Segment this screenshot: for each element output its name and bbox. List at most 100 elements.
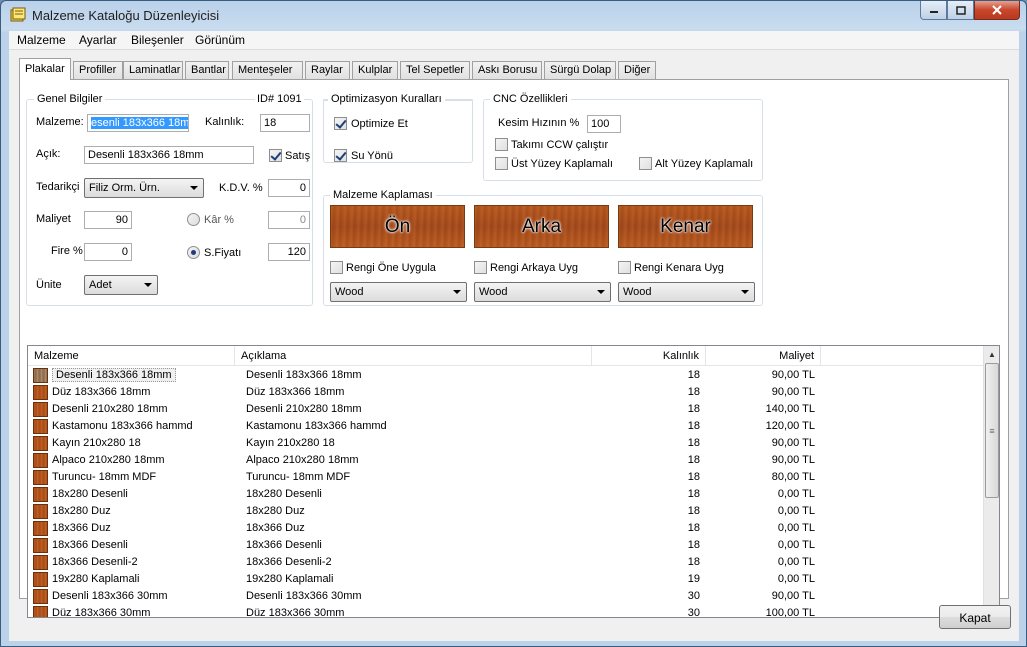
- scroll-thumb[interactable]: ≡: [985, 363, 999, 498]
- kalinlik-field[interactable]: 18: [260, 114, 310, 132]
- cell-aciklama: Desenli 183x366 18mm: [246, 369, 362, 381]
- su-yonu-checkbox[interactable]: [334, 149, 347, 162]
- kar-field[interactable]: 0: [268, 211, 310, 229]
- cell-kalinlik: 30: [687, 590, 700, 602]
- table-row[interactable]: 18x280 Desenli 18x280 Desenli 18 0,00 TL: [28, 486, 985, 503]
- cell-maliyet: 0,00 TL: [777, 539, 815, 551]
- tab-profiller[interactable]: Profiller: [73, 61, 123, 79]
- front-material-combo[interactable]: Wood: [330, 282, 467, 302]
- tab-bantlar[interactable]: Bantlar: [185, 61, 229, 79]
- tab-tel-sepetler[interactable]: Tel Sepetler: [400, 61, 470, 79]
- tab-menteseler[interactable]: Menteşeler: [232, 61, 303, 79]
- table-row[interactable]: 18x366 Desenli-2 18x366 Desenli-2 18 0,00 T…: [28, 554, 985, 571]
- cell-kalinlik: 18: [687, 505, 700, 517]
- tedarikci-combo[interactable]: Filiz Orm. Ürn.: [84, 178, 204, 198]
- alt-yuzey-checkbox[interactable]: [639, 157, 652, 170]
- cell-aciklama: Alpaco 210x280 18mm: [246, 454, 359, 466]
- optimize-label: Optimize Et: [351, 118, 408, 130]
- table-row[interactable]: 18x366 Duz 18x366 Duz 18 0,00 TL: [28, 520, 985, 537]
- column-kalinlik[interactable]: Kalınlık: [592, 346, 706, 366]
- close-window-button[interactable]: [974, 1, 1020, 20]
- minimize-button[interactable]: [920, 1, 947, 20]
- table-row[interactable]: Desenli 210x280 18mm Desenli 210x280 18mm…: [28, 401, 985, 418]
- malzeme-field[interactable]: esenli 183x366 18mm: [87, 114, 189, 132]
- sfiyati-radio[interactable]: [187, 246, 200, 259]
- tab-plakalar[interactable]: Plakalar: [19, 58, 71, 80]
- back-texture-swatch[interactable]: Arka: [474, 205, 609, 248]
- kapat-button[interactable]: Kapat: [939, 605, 1011, 629]
- apply-front-color-checkbox[interactable]: [330, 261, 343, 274]
- menu-bar: Malzeme Ayarlar Bileşenler Görünüm: [9, 31, 1019, 50]
- apply-edge-color-checkbox[interactable]: [618, 261, 631, 274]
- wood-texture-icon: [33, 521, 48, 536]
- kalinlik-label: Kalınlık:: [205, 116, 245, 128]
- kar-radio[interactable]: [187, 213, 200, 226]
- tab-raylar[interactable]: Raylar: [305, 61, 350, 79]
- tab-kulplar[interactable]: Kulplar: [352, 61, 398, 79]
- apply-back-color-checkbox[interactable]: [474, 261, 487, 274]
- cell-kalinlik: 19: [687, 573, 700, 585]
- cell-kalinlik: 18: [687, 488, 700, 500]
- cell-kalinlik: 18: [687, 437, 700, 449]
- table-row[interactable]: Kayın 210x280 18 Kayın 210x280 18 18 90,00 …: [28, 435, 985, 452]
- table-row[interactable]: 19x280 Kaplamali 19x280 Kaplamali 19 0,00 T…: [28, 571, 985, 588]
- kesim-field[interactable]: 100: [587, 115, 621, 133]
- cell-maliyet: 90,00 TL: [771, 386, 815, 398]
- takim-ccw-checkbox[interactable]: [495, 138, 508, 151]
- ust-yuzey-checkbox[interactable]: [495, 157, 508, 170]
- cell-kalinlik: 30: [687, 607, 700, 618]
- front-material-value: Wood: [335, 286, 364, 298]
- optimize-checkbox[interactable]: [334, 117, 347, 130]
- maximize-icon: [955, 5, 966, 15]
- menu-malzeme[interactable]: Malzeme: [17, 33, 66, 47]
- satis-checkbox[interactable]: [269, 149, 282, 162]
- vertical-scrollbar[interactable]: ▲ ≡ ▼: [983, 346, 999, 617]
- acik-field[interactable]: Desenli 183x366 18mm: [84, 146, 254, 164]
- table-row[interactable]: 18x280 Duz 18x280 Duz 18 0,00 TL: [28, 503, 985, 520]
- column-aciklama[interactable]: Açıklama: [235, 346, 592, 366]
- table-row[interactable]: 18x366 Desenli 18x366 Desenli 18 0,00 TL: [28, 537, 985, 554]
- table-row[interactable]: Alpaco 210x280 18mm Alpaco 210x280 18mm 18…: [28, 452, 985, 469]
- window-title: Malzeme Kataloğu Düzenleyicisi: [32, 8, 220, 23]
- maximize-button[interactable]: [947, 1, 974, 20]
- wood-texture-icon: [33, 402, 48, 417]
- cell-maliyet: 0,00 TL: [777, 522, 815, 534]
- title-bar[interactable]: Malzeme Kataloğu Düzenleyicisi: [1, 1, 1026, 31]
- wood-texture-icon: [33, 368, 48, 383]
- alt-yuzey-label: Alt Yüzey Kaplamalı: [655, 158, 754, 170]
- tedarikci-value: Filiz Orm. Ürn.: [89, 182, 160, 194]
- maliyet-field[interactable]: 90: [84, 211, 132, 229]
- material-list[interactable]: Malzeme Açıklama Kalınlık Maliyet Desenl…: [27, 345, 1000, 618]
- tab-aski-borusu[interactable]: Askı Borusu: [472, 61, 542, 79]
- menu-ayarlar[interactable]: Ayarlar: [79, 33, 117, 47]
- scroll-up-icon[interactable]: ▲: [984, 346, 999, 362]
- edge-material-combo[interactable]: Wood: [618, 282, 755, 302]
- kdv-field[interactable]: 0: [268, 179, 310, 197]
- table-row[interactable]: Turuncu- 18mm MDF Turuncu- 18mm MDF 18 80,0…: [28, 469, 985, 486]
- tab-surgu-dolap[interactable]: Sürgü Dolap: [544, 61, 616, 79]
- close-icon: [992, 5, 1002, 15]
- fire-field[interactable]: 0: [84, 243, 132, 261]
- menu-gorunum[interactable]: Görünüm: [195, 33, 245, 47]
- table-row[interactable]: Düz 183x366 18mm Düz 183x366 18mm 18 90,00 …: [28, 384, 985, 401]
- menu-bilesenler[interactable]: Bileşenler: [131, 33, 184, 47]
- tedarikci-label: Tedarikçi: [36, 181, 80, 193]
- front-texture-swatch[interactable]: Ön: [330, 205, 465, 248]
- back-material-combo[interactable]: Wood: [474, 282, 611, 302]
- cell-malzeme: 19x280 Kaplamali: [52, 573, 140, 585]
- column-malzeme[interactable]: Malzeme: [28, 346, 235, 366]
- unite-combo[interactable]: Adet: [84, 275, 158, 295]
- table-row[interactable]: Kastamonu 183x366 hammd Kastamonu 183x366…: [28, 418, 985, 435]
- column-maliyet[interactable]: Maliyet: [706, 346, 821, 366]
- cell-aciklama: Düz 183x366 18mm: [246, 386, 345, 398]
- ust-yuzey-label: Üst Yüzey Kaplamalı: [511, 158, 613, 170]
- table-row[interactable]: Desenli 183x366 18mm Desenli 183x366 18mm…: [28, 367, 985, 384]
- sfiyati-field[interactable]: 120: [268, 243, 310, 261]
- edge-texture-swatch[interactable]: Kenar: [618, 205, 753, 248]
- tab-laminatlar[interactable]: Laminatlar: [123, 61, 183, 79]
- wood-texture-icon: [33, 589, 48, 604]
- back-material-value: Wood: [479, 286, 508, 298]
- table-row[interactable]: Desenli 183x366 30mm Desenli 183x366 30mm…: [28, 588, 985, 605]
- table-row[interactable]: Düz 183x366 30mm Düz 183x366 30mm 30 100,00…: [28, 605, 985, 618]
- tab-diger[interactable]: Diğer: [618, 61, 656, 79]
